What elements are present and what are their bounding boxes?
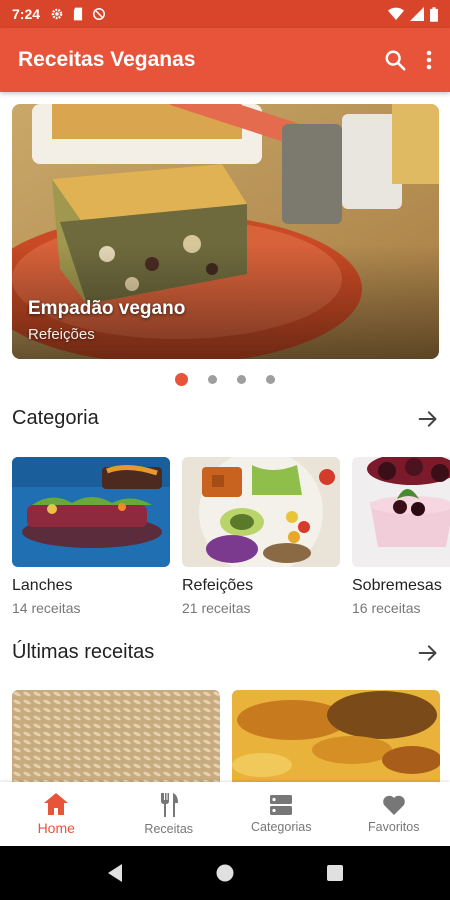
featured-recipe-category: Refeições [28, 326, 95, 343]
home-icon [44, 793, 69, 815]
nav-recipes-label: Receitas [144, 822, 194, 836]
app-bar-actions [384, 49, 432, 71]
status-time: 7:24 [12, 6, 41, 22]
rice-photo [12, 690, 220, 782]
carousel-dot-active[interactable] [175, 373, 188, 386]
app-screen: 7:24 Receitas Veganas Empadão vegano Ref… [0, 0, 450, 900]
category-count: 16 receitas [352, 600, 421, 616]
snacks-photo [12, 457, 170, 567]
arrow-forward-icon[interactable] [418, 643, 438, 663]
nav-categories-label: Categorias [251, 820, 312, 834]
app-bar: Receitas Veganas [0, 28, 450, 92]
nav-recipes[interactable]: Receitas [113, 782, 226, 846]
nav-home[interactable]: Home [0, 782, 113, 846]
category-card-sobremesas[interactable]: Sobremesas 16 receitas [352, 457, 450, 627]
home-circle-icon[interactable] [215, 863, 235, 883]
more-vert-icon[interactable] [426, 50, 432, 70]
category-name: Lanches [12, 577, 73, 594]
sd-card-icon [73, 7, 83, 21]
bottom-navigation: Home Receitas Categorias Favoritos [0, 782, 450, 846]
desserts-photo [352, 457, 450, 567]
heart-icon [382, 795, 405, 815]
carousel-indicator [0, 373, 450, 386]
latest-section-title: Últimas receitas [12, 641, 155, 663]
categories-section-title: Categoria [12, 407, 99, 429]
gratin-photo [232, 690, 440, 782]
latest-recipe-card[interactable] [12, 690, 220, 782]
category-card-lanches[interactable]: Lanches 14 receitas [12, 457, 170, 627]
nav-favorites[interactable]: Favoritos [338, 782, 450, 846]
latest-recipe-card[interactable] [232, 690, 440, 782]
latest-section-header: Últimas receitas [12, 641, 438, 664]
wifi-icon [388, 7, 404, 20]
category-count: 14 receitas [12, 600, 81, 616]
nav-categories[interactable]: Categorias [225, 782, 338, 846]
back-icon[interactable] [106, 863, 124, 883]
status-icons-left [50, 7, 106, 21]
meals-photo [182, 457, 340, 567]
status-bar: 7:24 [0, 0, 450, 28]
system-navigation-bar [0, 846, 450, 900]
category-image [182, 457, 340, 567]
featured-recipe-title: Empadão vegano [28, 298, 186, 319]
categories-section-header: Categoria [12, 407, 438, 430]
carousel-dot[interactable] [208, 375, 217, 384]
category-name: Sobremesas [352, 577, 442, 594]
nav-home-label: Home [37, 820, 75, 836]
featured-recipe-caption: Empadão vegano Refeições [28, 298, 185, 343]
search-icon[interactable] [384, 49, 406, 71]
carousel-dot[interactable] [266, 375, 275, 384]
categories-list-icon [270, 795, 293, 815]
category-name: Refeições [182, 577, 254, 594]
cutlery-icon [160, 793, 178, 817]
category-image [352, 457, 450, 567]
arrow-forward-icon[interactable] [418, 409, 438, 429]
category-count: 21 receitas [182, 600, 251, 616]
category-card-refeicoes[interactable]: Refeições 21 receitas [182, 457, 340, 627]
category-list: Lanches 14 receitas Refeições 21 receita… [12, 457, 450, 627]
app-title: Receitas Veganas [18, 48, 196, 71]
status-icons-right [388, 6, 438, 22]
featured-recipe-carousel[interactable]: Empadão vegano Refeições [12, 104, 439, 359]
battery-icon [430, 6, 438, 22]
nav-favorites-label: Favoritos [368, 820, 420, 834]
recents-icon[interactable] [326, 864, 344, 882]
no-sync-icon [93, 8, 106, 20]
category-image [12, 457, 170, 567]
latest-recipes-list [12, 690, 450, 782]
carousel-dot[interactable] [237, 375, 246, 384]
signal-icon [410, 7, 424, 21]
settings-icon [51, 8, 63, 20]
